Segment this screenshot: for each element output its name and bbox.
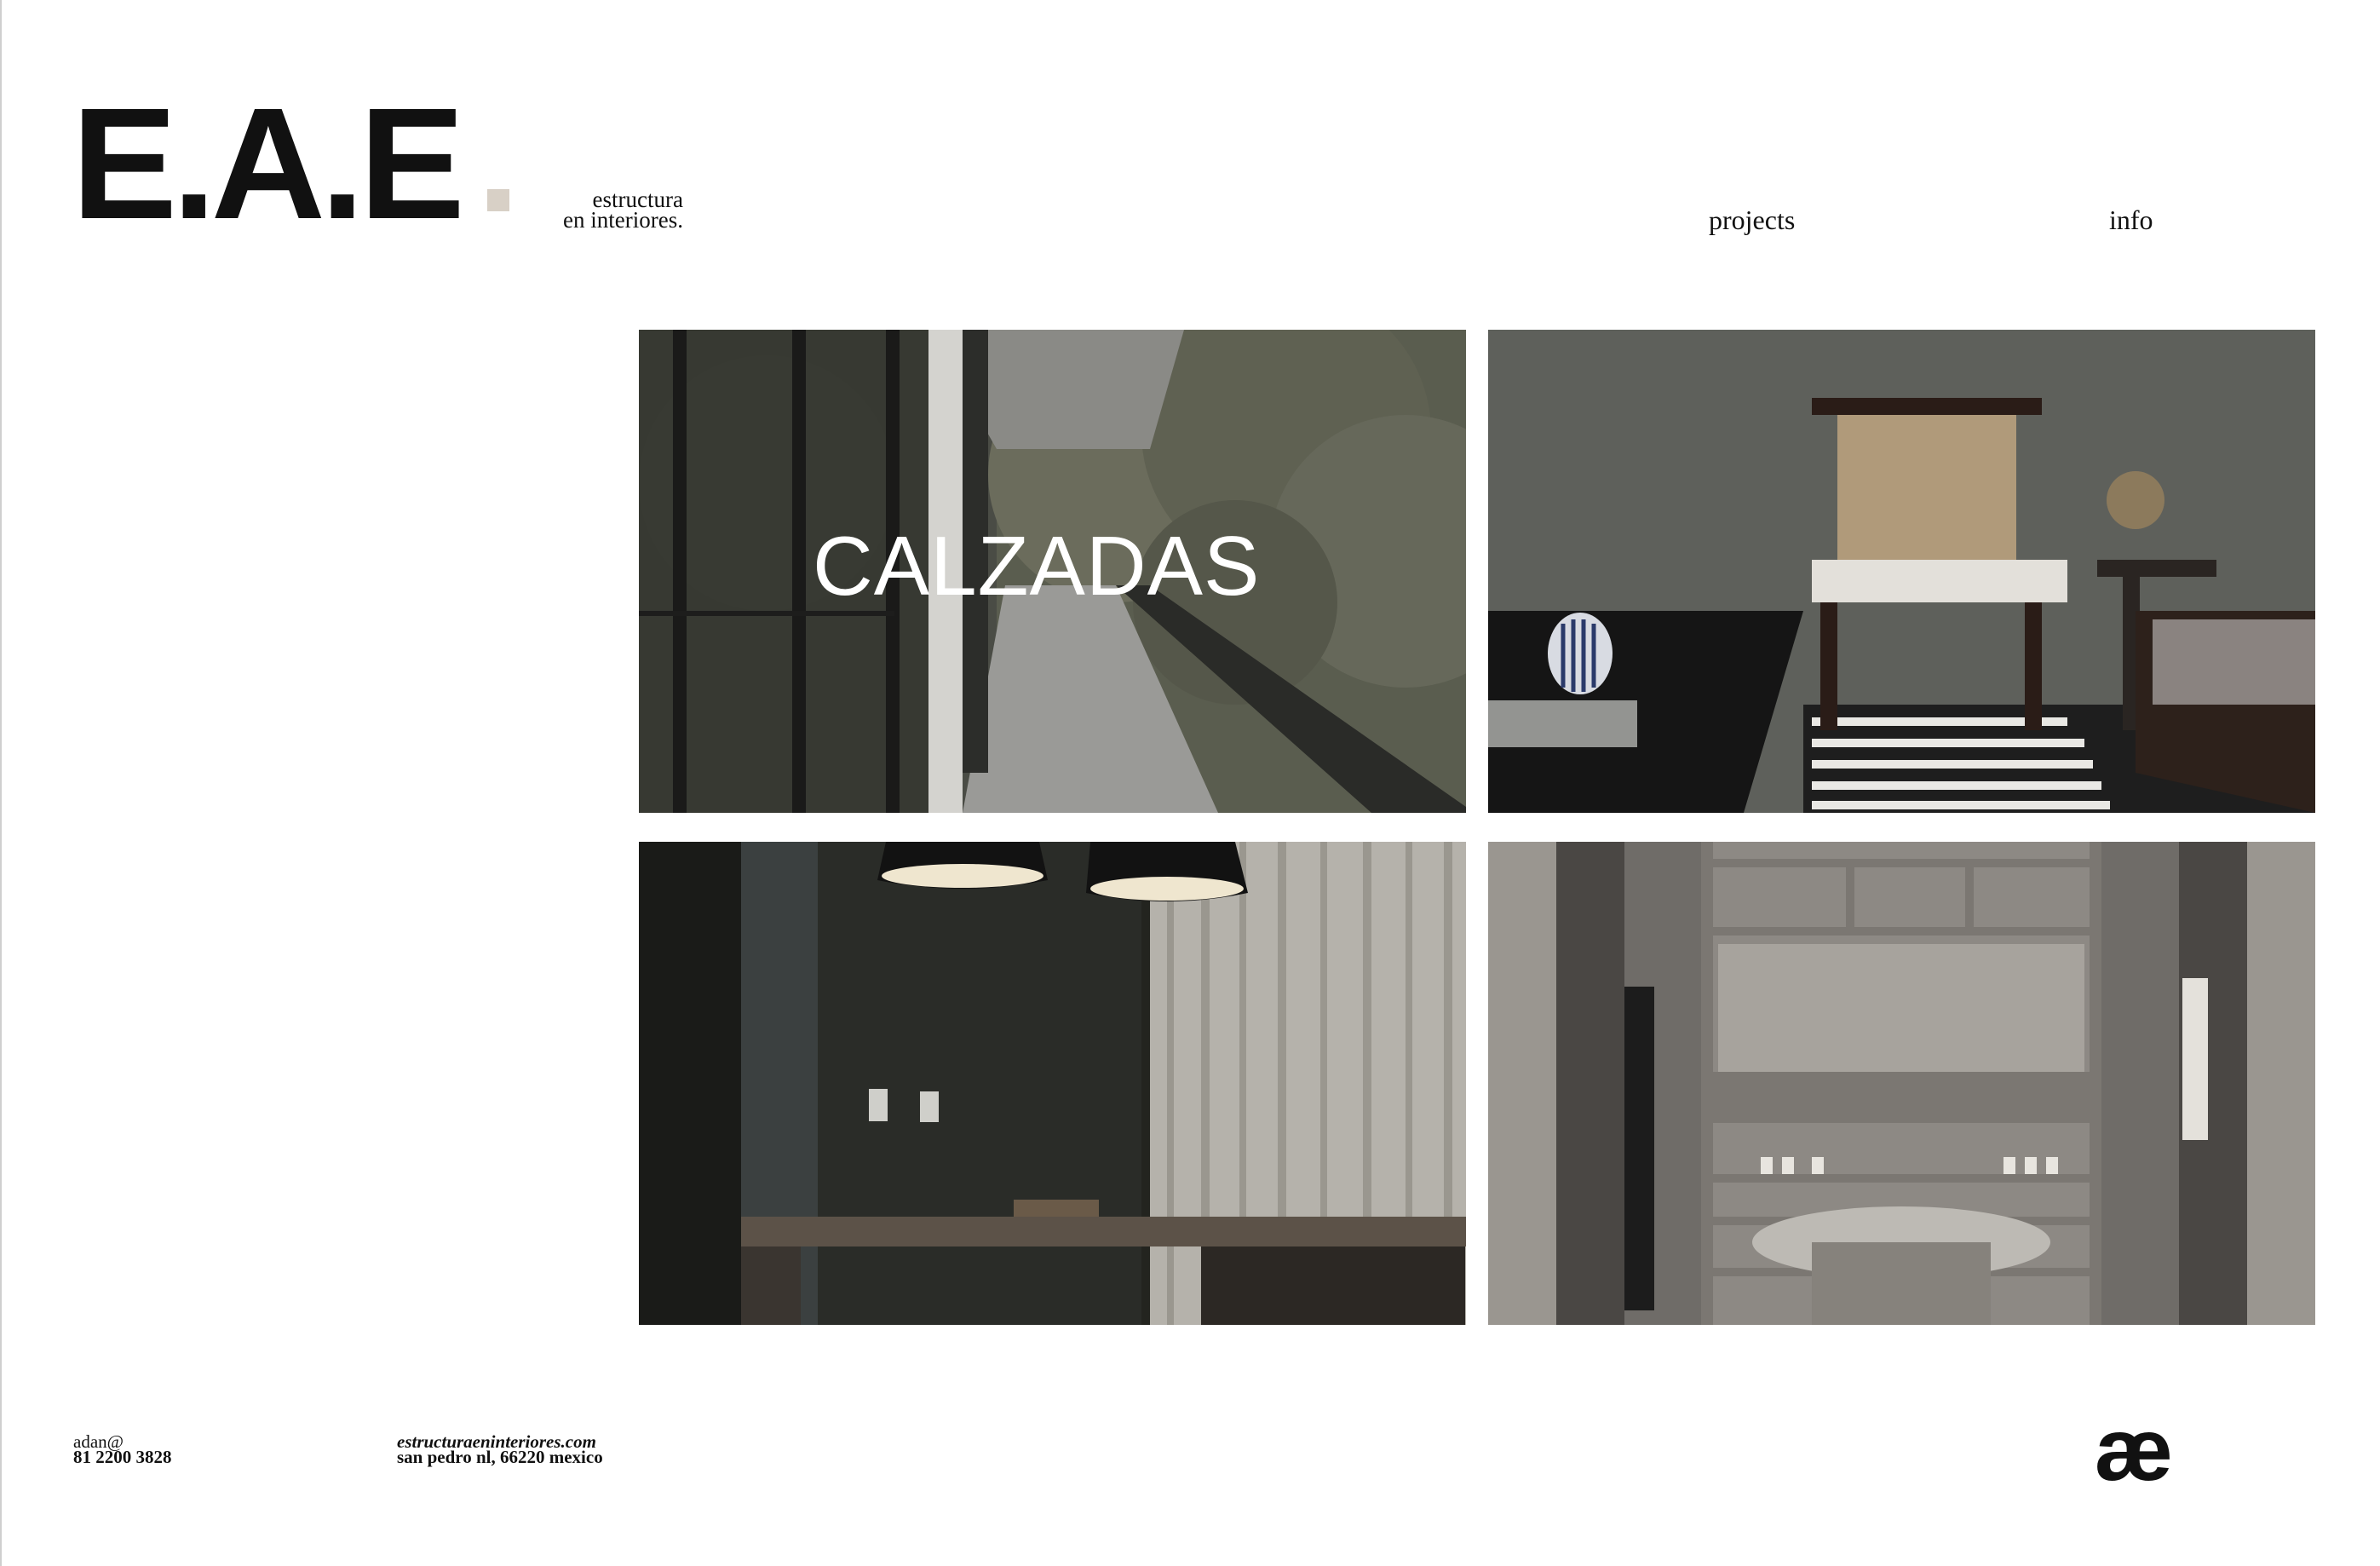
dining-photo [639, 842, 1466, 1325]
page-border [0, 0, 2, 1566]
tagline-line-2: en interiores. [563, 207, 683, 233]
closet-photo [1488, 842, 2315, 1325]
footer-phone[interactable]: 81 2200 3828 [73, 1448, 172, 1466]
project-tile-living-room[interactable] [1488, 330, 2315, 813]
project-tile-dining[interactable] [639, 842, 1466, 1325]
logo-tagline: estructura en interiores. [487, 188, 683, 233]
footer-monogram-logo[interactable]: æ [2078, 1406, 2189, 1494]
footer-location: san pedro nl, 66220 mexico [397, 1447, 603, 1467]
project-tile-calzadas[interactable]: CALZADAS [639, 330, 1466, 813]
footer-address: estructuraeninteriores.com san pedro nl,… [397, 1433, 603, 1467]
nav-projects-link[interactable]: projects [1709, 204, 1795, 236]
project-title: CALZADAS [813, 519, 1261, 613]
project-tile-closet[interactable] [1488, 842, 2315, 1325]
logo-wordmark: E.A.E [72, 76, 465, 252]
nav-info-link[interactable]: info [2109, 204, 2153, 236]
footer-contact: adan@ 81 2200 3828 [73, 1433, 172, 1466]
living-room-photo [1488, 330, 2315, 813]
